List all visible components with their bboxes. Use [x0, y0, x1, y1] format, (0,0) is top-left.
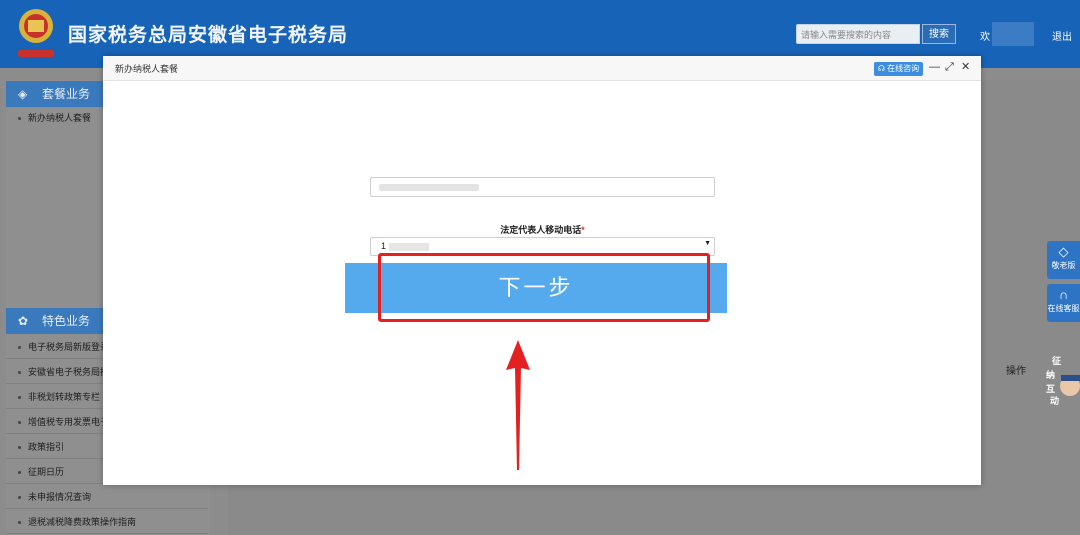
masked-phone-digits — [389, 243, 429, 251]
svg-text:征: 征 — [1052, 355, 1061, 367]
phone-value: 1 — [381, 241, 387, 251]
new-taxpayer-dialog: 新办纳税人套餐 ☊ 在线咨询 — ⤢ ✕ 法定代表人移动电话* 1 ▼ 下一步 — [103, 56, 981, 485]
sidebar-item[interactable]: 退税减税降费政策操作指南 — [6, 510, 208, 534]
svg-text:纳: 纳 — [1046, 369, 1055, 381]
taxpayer-info-input[interactable] — [370, 177, 715, 197]
user-name-masked — [992, 22, 1034, 46]
welcome-text: 欢 — [980, 32, 990, 43]
maximize-icon[interactable]: ⤢ — [945, 60, 954, 74]
operation-column-header: 操作 — [1006, 366, 1026, 377]
headset-icon: ∩ — [1058, 287, 1069, 302]
layers-icon: ◈ — [18, 87, 28, 101]
consult-label: 在线咨询 — [887, 64, 920, 73]
float-label: 敬老版 — [1051, 261, 1076, 270]
flower-icon: ✿ — [18, 314, 29, 328]
red-arrow-annotation — [506, 340, 530, 470]
elderly-mode-button[interactable]: ◇ 敬老版 — [1047, 241, 1080, 279]
chevron-down-icon: ▼ — [704, 240, 711, 247]
headset-icon: ☊ — [877, 64, 885, 73]
tag-icon: ◇ — [1058, 244, 1069, 259]
float-label: 在线客服 — [1047, 304, 1080, 313]
online-service-button[interactable]: ∩ 在线客服 — [1047, 284, 1080, 322]
minimize-icon[interactable]: — — [929, 60, 940, 74]
tax-emblem-logo — [18, 9, 54, 57]
search-input[interactable]: 请输入需要搜索的内容 — [796, 24, 920, 44]
sidebar-item[interactable]: 未申报情况查询 — [6, 485, 208, 509]
site-title: 国家税务总局安徽省电子税务局 — [68, 25, 349, 46]
panel-title: 特色业务 — [42, 314, 91, 328]
required-mark: * — [581, 225, 585, 235]
svg-text:动: 动 — [1050, 396, 1059, 406]
online-consult-button[interactable]: ☊ 在线咨询 — [874, 62, 923, 76]
search-button[interactable]: 搜索 — [922, 24, 956, 44]
masked-value — [379, 184, 479, 191]
phone-label-text: 法定代表人移动电话 — [500, 225, 582, 235]
phone-field-label: 法定代表人移动电话* — [370, 223, 715, 236]
logout-link[interactable]: 退出 — [1052, 28, 1072, 43]
dialog-title: 新办纳税人套餐 — [115, 64, 179, 74]
dialog-header: 新办纳税人套餐 ☊ 在线咨询 — ⤢ ✕ — [103, 56, 981, 81]
red-highlight-annotation — [378, 253, 710, 322]
close-icon[interactable]: ✕ — [961, 60, 970, 74]
mascot-icon[interactable]: 征 纳 互 动 — [1044, 354, 1080, 406]
panel-title: 套餐业务 — [42, 87, 91, 101]
svg-text:互: 互 — [1046, 384, 1055, 395]
